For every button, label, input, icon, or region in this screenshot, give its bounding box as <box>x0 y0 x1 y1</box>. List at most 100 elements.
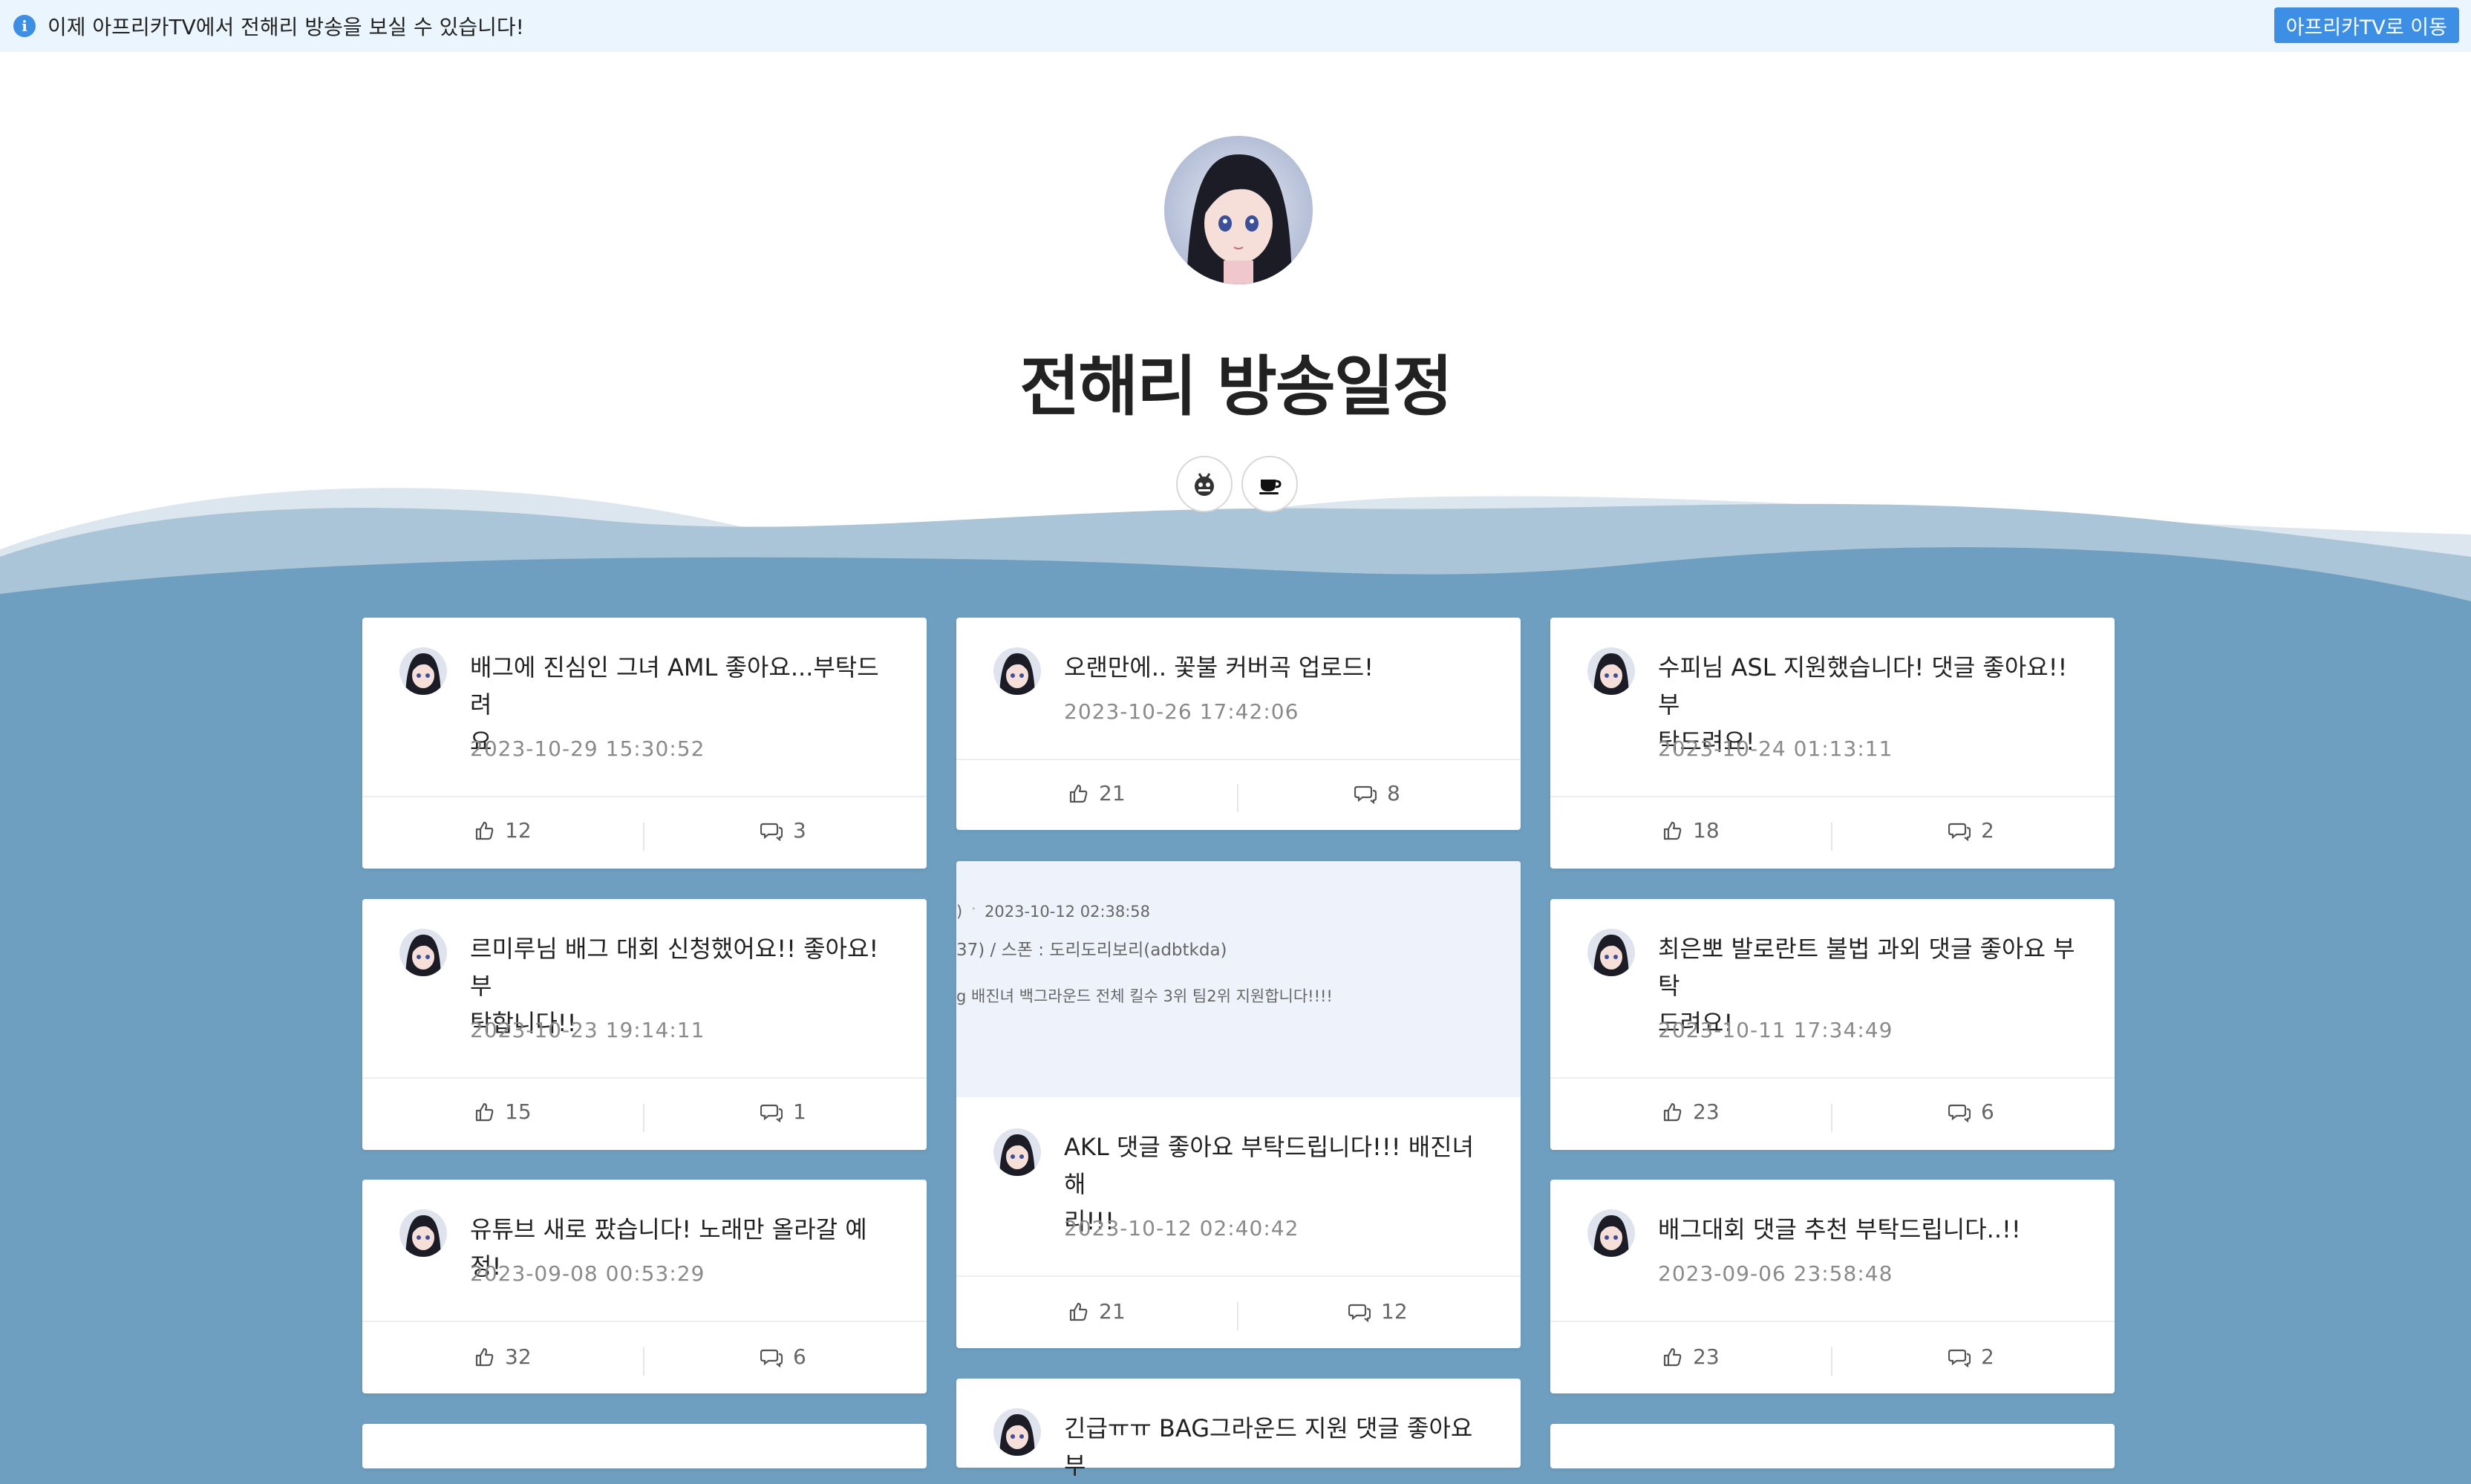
post-date: 2023-09-08 00:53:29 <box>470 1261 705 1286</box>
post-card[interactable]: 르미루님 배그 대회 신청했어요!! 좋아요! 부 탁합니다!! 2023-10… <box>362 899 927 1150</box>
divider <box>1550 796 2115 797</box>
like-button[interactable]: 23 <box>1662 1344 1720 1369</box>
stat-separator <box>643 823 644 851</box>
divider <box>1550 1077 2115 1079</box>
comment-button[interactable]: 1 <box>760 1099 806 1124</box>
post-card[interactable]: 배그에 진심인 그녀 AML 좋아요...부탁드려 요 2023-10-29 1… <box>362 618 927 869</box>
comment-count: 1 <box>793 1099 806 1124</box>
thumbs-up-icon <box>1663 1102 1682 1121</box>
like-button[interactable]: 12 <box>474 818 532 843</box>
comment-button[interactable]: 8 <box>1354 781 1400 805</box>
like-count: 32 <box>505 1344 532 1369</box>
comment-count: 3 <box>793 818 806 843</box>
like-button[interactable]: 32 <box>474 1344 532 1369</box>
author-avatar <box>993 1408 1041 1456</box>
post-date: 2023-10-23 19:14:11 <box>470 1018 705 1042</box>
stat-separator <box>1831 1347 1832 1376</box>
post-title[interactable]: 오랜만에.. 꽃불 커버곡 업로드! <box>1064 649 1483 686</box>
comment-bubble-icon <box>760 1349 783 1367</box>
go-to-afreecatv-button[interactable]: 아프리카TV로 이동 <box>2273 7 2459 43</box>
divider <box>362 796 927 797</box>
like-button[interactable]: 23 <box>1662 1099 1720 1124</box>
post-card[interactable]: ) · 2023-10-12 02:38:58 37) / 스폰 : 도리도리보… <box>956 861 1521 1348</box>
afreecatv-icon <box>1195 473 1214 496</box>
comment-bubble-icon <box>1948 823 1971 841</box>
comment-button[interactable]: 2 <box>1948 1344 1994 1369</box>
thumbs-up-icon <box>475 1102 494 1121</box>
notice-text: 이제 아프리카TV에서 전해리 방송을 보실 수 있습니다! <box>48 15 524 39</box>
author-avatar <box>993 1128 1041 1176</box>
like-button[interactable]: 21 <box>1068 1299 1126 1324</box>
thumbs-up-icon <box>1663 1347 1682 1366</box>
comment-button[interactable]: 12 <box>1348 1299 1408 1324</box>
post-title[interactable]: 배그대회 댓글 추천 부탁드립니다..!! <box>1658 1211 2077 1248</box>
divider <box>1550 1321 2115 1322</box>
divider <box>956 759 1521 760</box>
like-count: 21 <box>1099 1299 1126 1324</box>
stat-separator <box>1831 1104 1832 1132</box>
like-count: 12 <box>505 818 532 843</box>
like-button[interactable]: 21 <box>1068 781 1126 805</box>
author-avatar <box>399 929 447 976</box>
post-card[interactable]: 긴급ㅠㅠ BAG그라운드 지원 댓글 좋아요 부 <box>956 1379 1521 1480</box>
like-count: 23 <box>1693 1344 1720 1369</box>
thumbs-up-icon <box>475 1347 494 1366</box>
coffee-cup-icon <box>1259 480 1282 494</box>
author-avatar <box>399 1209 447 1257</box>
post-card[interactable]: 최은뽀 발로란트 불법 과외 댓글 좋아요 부탁 드려요! 2023-10-11… <box>1550 899 2115 1150</box>
comment-count: 6 <box>1981 1099 1994 1124</box>
comment-bubble-icon <box>1948 1349 1971 1367</box>
info-icon: i <box>13 15 36 37</box>
comment-count: 8 <box>1387 781 1400 805</box>
author-avatar <box>399 647 447 695</box>
divider <box>362 1077 927 1079</box>
thumbs-up-icon <box>475 821 494 840</box>
post-preview-image: ) · 2023-10-12 02:38:58 37) / 스폰 : 도리도리보… <box>956 861 1521 1097</box>
post-card[interactable] <box>1550 1424 2115 1468</box>
post-card[interactable]: 배그대회 댓글 추천 부탁드립니다..!! 2023-09-06 23:58:4… <box>1550 1180 2115 1393</box>
post-card[interactable] <box>362 1424 927 1468</box>
like-button[interactable]: 15 <box>474 1099 532 1124</box>
comment-button[interactable]: 3 <box>760 818 806 843</box>
comment-count: 12 <box>1381 1299 1408 1324</box>
wave-decoration <box>0 488 2471 638</box>
stat-separator <box>643 1347 644 1376</box>
post-card[interactable]: 오랜만에.. 꽃불 커버곡 업로드! 2023-10-26 17:42:06 2… <box>956 618 1521 830</box>
stat-separator <box>1237 1302 1238 1330</box>
stat-separator <box>1831 823 1832 851</box>
comment-count: 6 <box>793 1344 806 1369</box>
afreecatv-link-button[interactable] <box>1176 456 1233 512</box>
author-avatar <box>1587 929 1635 976</box>
comment-bubble-icon <box>1348 1304 1371 1322</box>
like-button[interactable]: 18 <box>1662 818 1720 843</box>
profile-avatar <box>1164 136 1313 284</box>
comment-button[interactable]: 6 <box>1948 1099 1994 1124</box>
coffee-link-button[interactable] <box>1241 456 1298 512</box>
like-count: 18 <box>1693 818 1720 843</box>
thumbs-up-icon <box>1069 784 1088 803</box>
author-avatar <box>993 647 1041 695</box>
like-count: 15 <box>505 1099 532 1124</box>
post-card[interactable]: 수피님 ASL 지원했습니다! 댓글 좋아요!! 부 탁드려요! 2023-10… <box>1550 618 2115 869</box>
comment-count: 2 <box>1981 1344 1994 1369</box>
post-date: 2023-10-26 17:42:06 <box>1064 699 1299 724</box>
like-count: 23 <box>1693 1099 1720 1124</box>
comment-bubble-icon <box>760 1104 783 1122</box>
comment-button[interactable]: 6 <box>760 1344 806 1369</box>
comment-count: 2 <box>1981 818 1994 843</box>
author-avatar <box>1587 1209 1635 1257</box>
post-date: 2023-10-29 15:30:52 <box>470 736 705 761</box>
comment-bubble-icon <box>1948 1104 1971 1122</box>
post-title[interactable]: 긴급ㅠㅠ BAG그라운드 지원 댓글 좋아요 부 <box>1064 1410 1483 1484</box>
post-card[interactable]: 유튜브 새로 팠습니다! 노래만 올라갈 예정! 2023-09-08 00:5… <box>362 1180 927 1393</box>
comment-button[interactable]: 2 <box>1948 818 1994 843</box>
divider <box>956 1275 1521 1277</box>
stat-separator <box>643 1104 644 1132</box>
divider <box>362 1321 927 1322</box>
thumbs-up-icon <box>1069 1302 1088 1321</box>
post-date: 2023-10-24 01:13:11 <box>1658 736 1893 761</box>
post-date: 2023-09-06 23:58:48 <box>1658 1261 1893 1286</box>
like-count: 21 <box>1099 781 1126 805</box>
post-date: 2023-10-11 17:34:49 <box>1658 1018 1893 1042</box>
thumbs-up-icon <box>1663 821 1682 840</box>
